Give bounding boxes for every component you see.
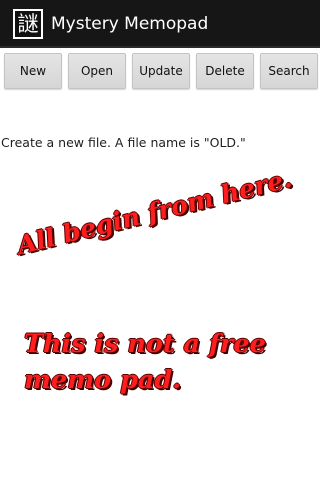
status-message: Create a new file. A file name is "OLD." [1,135,246,150]
open-button[interactable]: Open [68,53,126,89]
action-bar: 謎 Mystery Memopad [0,0,320,48]
slogan-line-1: This is not a free [24,329,266,359]
new-button[interactable]: New [4,53,62,89]
app-icon[interactable]: 謎 [13,9,43,39]
search-button[interactable]: Search [260,53,318,89]
slogan-line-2: memo pad. [24,365,182,395]
app-title: Mystery Memopad [51,14,209,34]
toolbar: New Open Update Delete Search [0,48,320,94]
slogan-not-free: This is not a free memo pad. [24,326,266,398]
delete-button[interactable]: Delete [196,53,254,89]
update-button[interactable]: Update [132,53,190,89]
slogan-all-begin: All begin from here. [14,163,295,261]
